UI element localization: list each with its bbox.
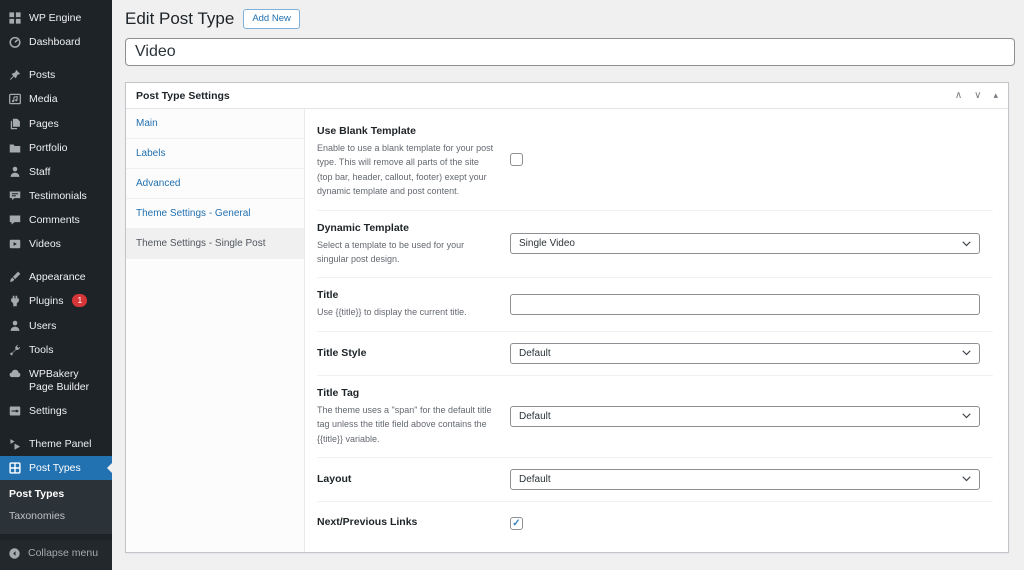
submenu-item-taxonomies[interactable]: Taxonomies bbox=[0, 506, 112, 527]
paintbrush-icon bbox=[8, 270, 22, 284]
field-layout: Layout Default bbox=[317, 458, 993, 502]
sidebar-item-theme-panel[interactable]: Theme Panel bbox=[0, 432, 112, 456]
add-new-button[interactable]: Add New bbox=[243, 9, 300, 29]
metabox-handle-actions: ∧ ∨ ▴ bbox=[955, 90, 998, 101]
collapse-menu-button[interactable]: Collapse menu bbox=[0, 539, 112, 570]
tab-main[interactable]: Main bbox=[126, 109, 304, 139]
title-tag-select[interactable]: Default bbox=[510, 405, 980, 427]
layout-select[interactable]: Default bbox=[510, 468, 980, 490]
field-description: Use {{title}} to display the current tit… bbox=[317, 307, 467, 318]
field-label: Layout bbox=[317, 473, 352, 486]
use-blank-template-checkbox[interactable] bbox=[510, 152, 523, 166]
sidebar-item-pages[interactable]: Pages bbox=[0, 112, 112, 136]
wp-engine-icon bbox=[8, 11, 22, 25]
sidebar-item-dashboard[interactable]: Dashboard bbox=[0, 30, 112, 54]
sidebar-item-post-types[interactable]: Post Types bbox=[0, 456, 112, 481]
grid-window-icon bbox=[8, 461, 22, 475]
sidebar-item-portfolio[interactable]: Portfolio bbox=[0, 136, 112, 160]
metabox-title: Post Type Settings bbox=[136, 89, 230, 102]
plugins-update-badge: 1 bbox=[72, 294, 88, 307]
title-text-input[interactable] bbox=[510, 294, 980, 316]
field-next-previous-links: Next/Previous Links bbox=[317, 502, 993, 542]
sidebar-item-appearance[interactable]: Appearance bbox=[0, 265, 112, 289]
field-label: Dynamic Template bbox=[317, 221, 410, 234]
post-type-title-input[interactable] bbox=[125, 38, 1015, 66]
tab-theme-settings-single-post[interactable]: Theme Settings - Single Post bbox=[126, 229, 304, 259]
pages-icon bbox=[8, 117, 22, 131]
video-play-icon bbox=[8, 237, 22, 251]
sidebar-item-users[interactable]: Users bbox=[0, 314, 112, 338]
sidebar-item-testimonials[interactable]: Testimonials bbox=[0, 184, 112, 208]
collapse-arrow-icon bbox=[8, 547, 21, 560]
sidebar-item-media[interactable]: Media bbox=[0, 87, 112, 111]
comment-bubble-icon bbox=[8, 213, 22, 227]
sidebar-item-comments[interactable]: Comments bbox=[0, 208, 112, 232]
field-title-style: Title Style Default bbox=[317, 332, 993, 376]
post-types-submenu: Post Types Taxonomies bbox=[0, 480, 112, 534]
sidebar-item-videos[interactable]: Videos bbox=[0, 232, 112, 256]
sidebar-item-staff[interactable]: Staff bbox=[0, 160, 112, 184]
title-style-select[interactable]: Default bbox=[510, 342, 980, 364]
selected-value: Default bbox=[519, 410, 551, 422]
cloud-icon bbox=[8, 367, 22, 381]
admin-sidebar: WP Engine Dashboard Posts Media Pages Po… bbox=[0, 0, 112, 570]
tab-theme-settings-general[interactable]: Theme Settings - General bbox=[126, 199, 304, 229]
settings-tab-list: Main Labels Advanced Theme Settings - Ge… bbox=[126, 109, 305, 552]
field-dynamic-template: Dynamic Template Select a template to be… bbox=[317, 211, 993, 279]
field-description: Enable to use a blank template for your … bbox=[317, 143, 494, 197]
chevron-down-icon bbox=[962, 413, 971, 419]
next-previous-links-checkbox[interactable] bbox=[510, 516, 523, 530]
field-use-blank-template: Use Blank Template Enable to use a blank… bbox=[317, 114, 993, 211]
move-down-icon[interactable]: ∨ bbox=[974, 90, 981, 101]
tab-labels[interactable]: Labels bbox=[126, 139, 304, 169]
chevron-down-icon bbox=[962, 350, 971, 356]
chevron-down-icon bbox=[962, 476, 971, 482]
sidebar-item-wp-engine[interactable]: WP Engine bbox=[0, 6, 112, 30]
submenu-item-post-types[interactable]: Post Types bbox=[0, 484, 112, 505]
sidebar-item-wpbakery-page-builder[interactable]: WPBakery Page Builder bbox=[0, 362, 112, 399]
field-label: Title bbox=[317, 289, 339, 302]
wordpress-admin-screen: WP Engine Dashboard Posts Media Pages Po… bbox=[0, 0, 1024, 570]
sidebar-item-posts[interactable]: Posts bbox=[0, 63, 112, 87]
field-label: Title Tag bbox=[317, 386, 360, 399]
portfolio-folder-icon bbox=[8, 141, 22, 155]
field-title-tag: Title Tag The theme uses a "span" for th… bbox=[317, 376, 993, 458]
admin-menu: WP Engine Dashboard Posts Media Pages Po… bbox=[0, 0, 112, 481]
selected-value: Single Video bbox=[519, 238, 575, 250]
wrench-icon bbox=[8, 343, 22, 357]
field-description: The theme uses a "span" for the default … bbox=[317, 404, 492, 444]
selected-value: Default bbox=[519, 473, 551, 485]
field-title: Title Use {{title}} to display the curre… bbox=[317, 278, 993, 332]
move-up-icon[interactable]: ∧ bbox=[955, 90, 962, 101]
field-label: Use Blank Template bbox=[317, 125, 417, 137]
sidebar-item-settings[interactable]: Settings bbox=[0, 399, 112, 423]
post-type-settings-metabox: Post Type Settings ∧ ∨ ▴ Main Labels Adv… bbox=[125, 82, 1009, 553]
media-icon bbox=[8, 92, 22, 106]
metabox-header[interactable]: Post Type Settings ∧ ∨ ▴ bbox=[126, 83, 1008, 109]
admin-content-area: Edit Post Type Add New Post Type Setting… bbox=[112, 0, 1024, 570]
settings-panel-icon bbox=[8, 404, 22, 418]
field-label: Next/Previous Links bbox=[317, 515, 418, 528]
page-header: Edit Post Type Add New bbox=[125, 9, 1012, 29]
toggle-panel-icon[interactable]: ▴ bbox=[993, 91, 998, 100]
plugin-icon bbox=[8, 294, 22, 308]
metabox-body: Main Labels Advanced Theme Settings - Ge… bbox=[126, 109, 1008, 552]
page-title: Edit Post Type bbox=[125, 9, 235, 28]
tab-advanced[interactable]: Advanced bbox=[126, 169, 304, 199]
pin-icon bbox=[8, 68, 22, 82]
sidebar-item-tools[interactable]: Tools bbox=[0, 338, 112, 362]
selected-value: Default bbox=[519, 347, 551, 359]
user-icon bbox=[8, 319, 22, 333]
person-icon bbox=[8, 165, 22, 179]
field-description: Select a template to be used for your si… bbox=[317, 239, 465, 264]
testimonial-bubble-icon bbox=[8, 189, 22, 203]
dynamic-template-select[interactable]: Single Video bbox=[510, 233, 980, 255]
sidebar-item-plugins[interactable]: Plugins 1 bbox=[0, 289, 112, 313]
settings-fields: Use Blank Template Enable to use a blank… bbox=[305, 109, 1008, 552]
chevron-down-icon bbox=[962, 241, 971, 247]
field-label: Title Style bbox=[317, 347, 367, 360]
theme-panel-icon bbox=[8, 437, 22, 451]
dashboard-icon bbox=[8, 35, 22, 49]
